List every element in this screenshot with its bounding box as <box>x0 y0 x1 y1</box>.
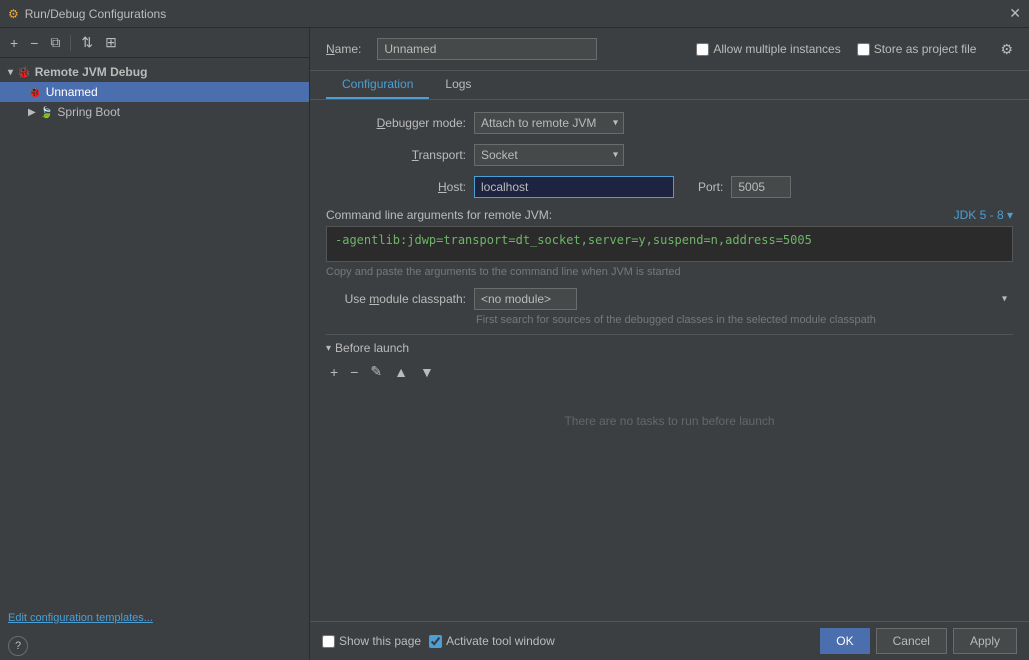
cmd-args-box: -agentlib:jdwp=transport=dt_socket,serve… <box>326 226 1013 262</box>
jdk-selector[interactable]: JDK 5 - 8 ▾ <box>954 208 1013 222</box>
no-tasks-label: There are no tasks to run before launch <box>326 384 1013 458</box>
activate-tool-window-checkbox[interactable]: Activate tool window <box>429 634 555 648</box>
activate-tool-window-label: Activate tool window <box>446 634 555 648</box>
right-header: Name: Allow multiple instances Store as … <box>310 28 1029 71</box>
before-launch-add-button[interactable]: + <box>326 362 342 382</box>
store-as-project-input[interactable] <box>857 43 870 56</box>
transport-wrapper: Socket Shared memory ▾ <box>474 144 624 166</box>
tree-item-label: Spring Boot <box>57 105 120 119</box>
add-button[interactable]: + <box>6 33 22 53</box>
remove-button[interactable]: − <box>26 33 42 53</box>
left-bottom: ? <box>0 632 309 660</box>
tree-item-spring-boot[interactable]: ▶ 🍃 Spring Boot <box>0 102 309 122</box>
module-select-arrow-icon: ▾ <box>1002 294 1007 305</box>
tree-item-label: Unnamed <box>46 85 98 99</box>
tree-item-remote-jvm-debug[interactable]: ▾ 🐞 Remote JVM Debug <box>0 62 309 82</box>
config-content: Debugger mode: Attach to remote JVM List… <box>310 100 1029 621</box>
module-classpath-hint: First search for sources of the debugged… <box>326 314 1013 326</box>
tree-item-label: Remote JVM Debug <box>35 65 148 79</box>
port-label: Port: <box>698 180 723 194</box>
main-container: + − ⧉ ⇅ ⊞ ▾ 🐞 Remote JVM Debug 🐞 Unnamed… <box>0 28 1029 660</box>
before-launch-remove-button[interactable]: − <box>346 362 362 382</box>
before-launch-toolbar: + − ✎ ▲ ▼ <box>326 359 1013 384</box>
help-button[interactable]: ? <box>8 636 28 656</box>
collapse-arrow-icon: ▾ <box>326 343 331 354</box>
allow-multiple-input[interactable] <box>696 43 709 56</box>
allow-multiple-label: Allow multiple instances <box>713 42 840 56</box>
toolbar: + − ⧉ ⇅ ⊞ <box>0 28 309 58</box>
apply-button[interactable]: Apply <box>953 628 1017 654</box>
debugger-mode-select[interactable]: Attach to remote JVM Listen to remote JV… <box>474 112 624 134</box>
host-label: Host: <box>326 180 466 194</box>
before-launch-down-button[interactable]: ▼ <box>416 362 438 382</box>
transport-label: Transport: <box>326 148 466 162</box>
spring-boot-icon: 🍃 <box>40 106 54 119</box>
tree-item-unnamed[interactable]: 🐞 Unnamed <box>0 82 309 102</box>
edit-templates-link[interactable]: Edit configuration templates... <box>0 604 309 632</box>
move-button[interactable]: ⇅ <box>77 32 97 53</box>
before-launch-up-button[interactable]: ▲ <box>390 362 412 382</box>
left-panel: + − ⧉ ⇅ ⊞ ▾ 🐞 Remote JVM Debug 🐞 Unnamed… <box>0 28 310 660</box>
cmd-args-hint: Copy and paste the arguments to the comm… <box>326 266 1013 278</box>
header-checkboxes: Allow multiple instances Store as projec… <box>696 41 1013 58</box>
before-launch-title: Before launch <box>335 341 409 355</box>
port-input[interactable] <box>731 176 791 198</box>
cmd-args-header: Command line arguments for remote JVM: J… <box>326 208 1013 222</box>
before-launch-section: ▾ Before launch + − ✎ ▲ ▼ There are no t… <box>326 334 1013 458</box>
sort-button[interactable]: ⊞ <box>101 32 121 53</box>
module-classpath-row: Use module classpath: <no module> ▾ <box>326 288 1013 310</box>
ok-button[interactable]: OK <box>820 628 869 654</box>
allow-multiple-checkbox[interactable]: Allow multiple instances <box>696 42 840 56</box>
cmd-args-section: Command line arguments for remote JVM: J… <box>326 208 1013 278</box>
module-select-wrapper: <no module> ▾ <box>474 288 1013 310</box>
expand-arrow: ▾ <box>8 67 13 78</box>
tab-logs[interactable]: Logs <box>429 71 487 99</box>
store-as-project-label: Store as project file <box>874 42 977 56</box>
action-buttons: OK Cancel Apply <box>820 628 1017 654</box>
tabs: Configuration Logs <box>310 71 1029 100</box>
close-button[interactable]: ✕ <box>1009 5 1021 22</box>
host-port-row: Host: Port: <box>326 176 1013 198</box>
copy-button[interactable]: ⧉ <box>46 32 64 53</box>
name-input[interactable] <box>377 38 597 60</box>
before-launch-edit-button[interactable]: ✎ <box>366 361 386 382</box>
debug-icon: 🐞 <box>28 86 42 99</box>
debugger-mode-wrapper: Attach to remote JVM Listen to remote JV… <box>474 112 624 134</box>
module-classpath-select[interactable]: <no module> <box>474 288 577 310</box>
title-bar: ⚙ Run/Debug Configurations ✕ <box>0 0 1029 28</box>
title-bar-title: Run/Debug Configurations <box>25 7 1010 21</box>
before-launch-header[interactable]: ▾ Before launch <box>326 335 1013 359</box>
show-page-checkbox[interactable]: Show this page <box>322 634 421 648</box>
module-classpath-label: Use module classpath: <box>326 292 466 306</box>
expand-arrow: ▶ <box>28 107 36 118</box>
tree-area: ▾ 🐞 Remote JVM Debug 🐞 Unnamed ▶ 🍃 Sprin… <box>0 58 309 335</box>
cancel-button[interactable]: Cancel <box>876 628 947 654</box>
show-page-row: Show this page Activate tool window <box>322 634 812 648</box>
activate-tool-window-input[interactable] <box>429 635 442 648</box>
right-panel: Name: Allow multiple instances Store as … <box>310 28 1029 660</box>
show-page-label: Show this page <box>339 634 421 648</box>
store-as-project-checkbox[interactable]: Store as project file <box>857 42 977 56</box>
gear-icon[interactable]: ⚙ <box>1000 41 1013 58</box>
tab-configuration[interactable]: Configuration <box>326 71 429 99</box>
bottom-bar: Show this page Activate tool window OK C… <box>310 621 1029 660</box>
debugger-mode-row: Debugger mode: Attach to remote JVM List… <box>326 112 1013 134</box>
name-label: Name: <box>326 42 361 56</box>
title-bar-icon: ⚙ <box>8 7 19 21</box>
cmd-args-label: Command line arguments for remote JVM: <box>326 208 552 222</box>
debugger-mode-label: Debugger mode: <box>326 116 466 130</box>
host-input[interactable] <box>474 176 674 198</box>
transport-row: Transport: Socket Shared memory ▾ <box>326 144 1013 166</box>
show-page-input[interactable] <box>322 635 335 648</box>
transport-select[interactable]: Socket Shared memory <box>474 144 624 166</box>
debug-icon: 🐞 <box>17 66 31 79</box>
separator <box>70 35 71 51</box>
